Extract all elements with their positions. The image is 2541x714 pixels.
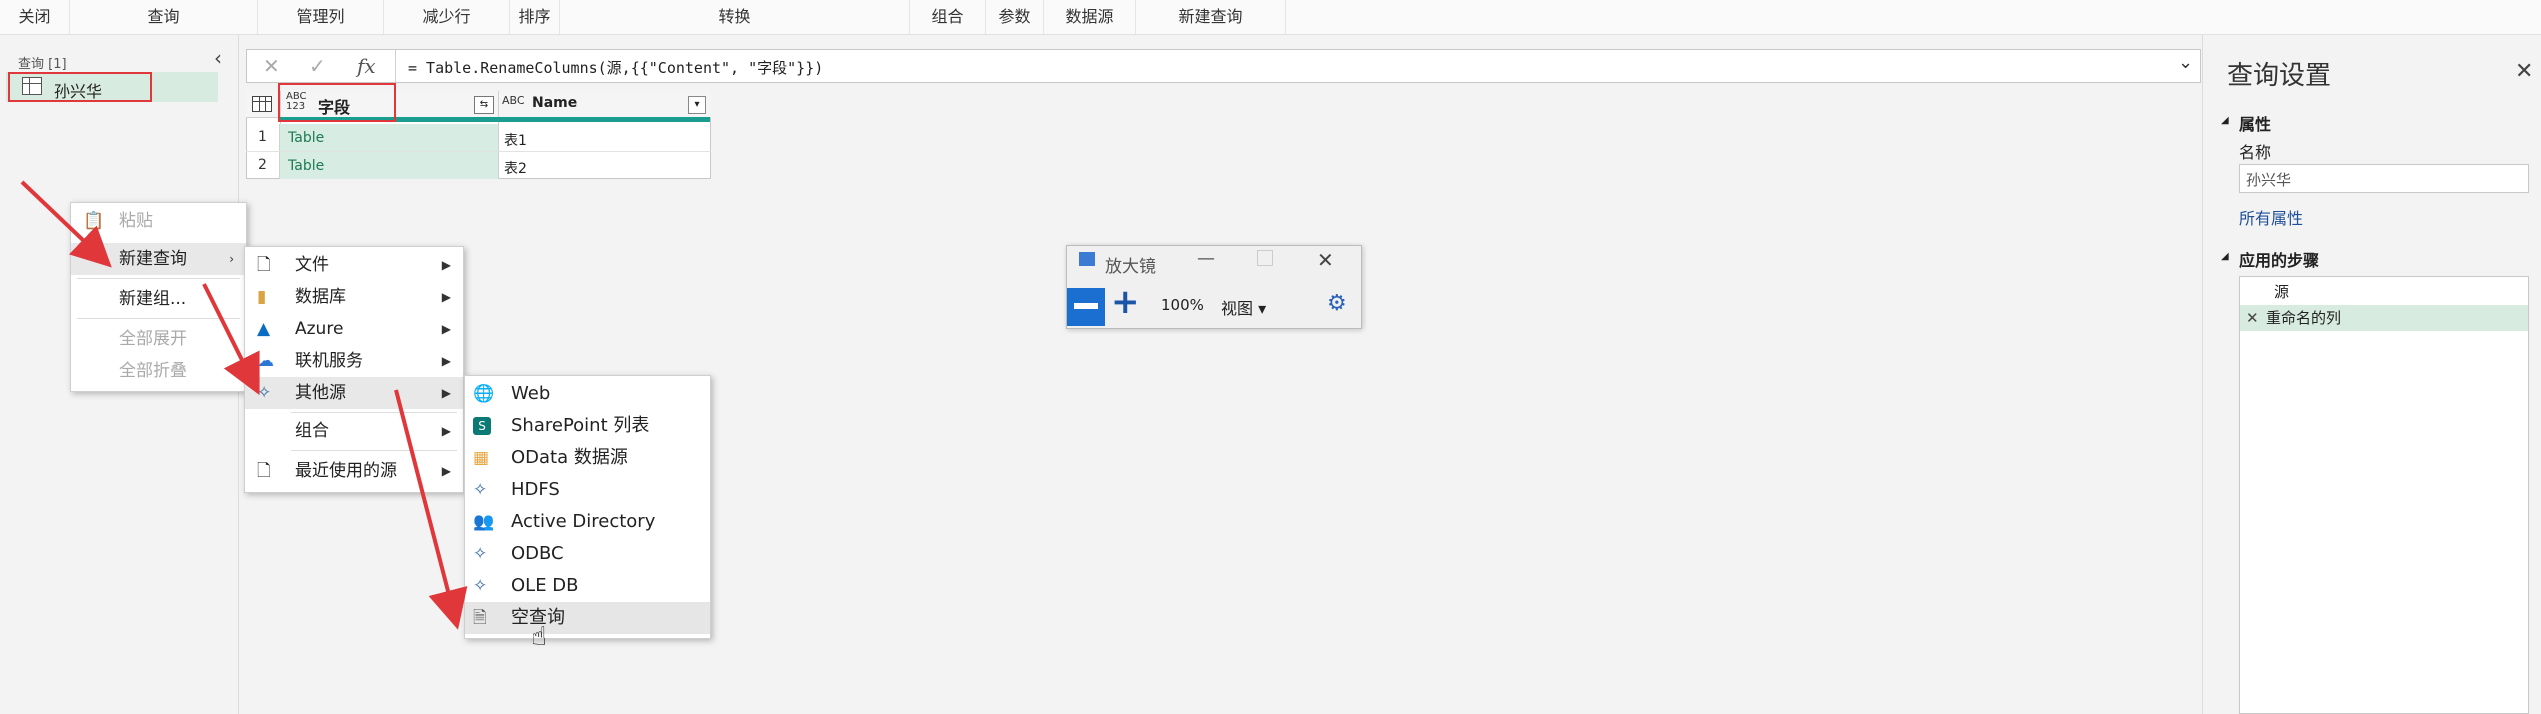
red-arrow	[20, 180, 112, 268]
red-arrow	[394, 389, 468, 630]
annotation-arrows	[20, 180, 468, 630]
red-arrow	[202, 283, 260, 396]
